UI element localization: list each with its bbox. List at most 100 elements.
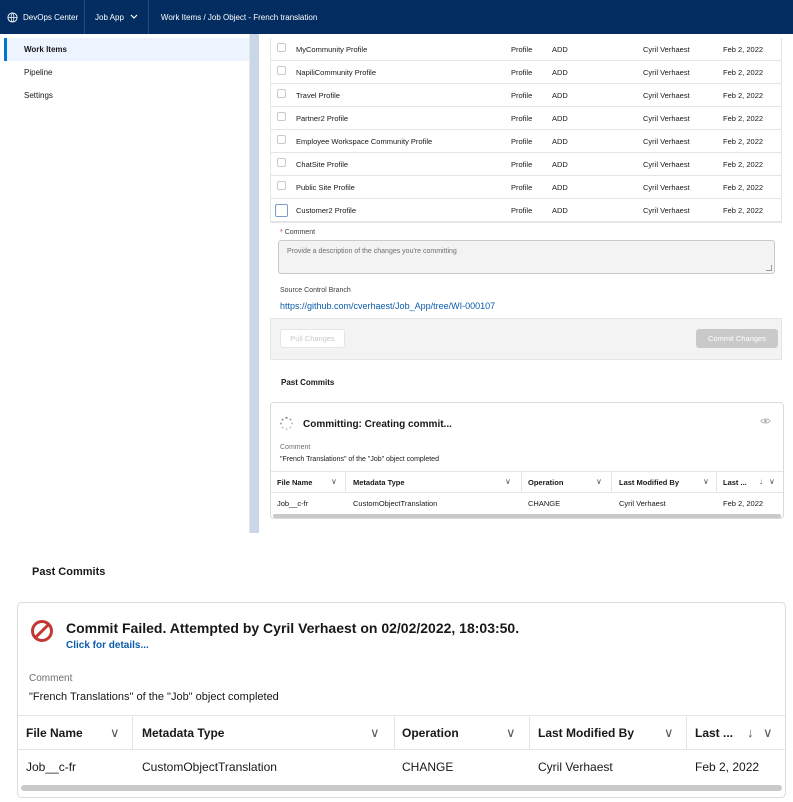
modified-by: Cyril Verhaest — [538, 760, 613, 774]
vertical-scrollbar[interactable] — [250, 34, 259, 533]
eye-icon[interactable] — [760, 417, 771, 425]
global-header: DevOps Center Job App Work Items / Job O… — [0, 0, 793, 34]
commit-status: Committing: Creating commit... — [303, 419, 452, 430]
commit-comment-label: Comment — [29, 673, 73, 684]
pull-changes-button[interactable]: Pull Changes — [280, 329, 345, 348]
row-checkbox[interactable] — [277, 43, 286, 52]
table-row: Public Site Profile Profile ADD Cyril Ve… — [271, 176, 781, 199]
chevron-down-icon[interactable]: ∨ — [110, 725, 120, 741]
modified-date: Feb 2, 2022 — [723, 182, 764, 192]
commit-status: Commit Failed. Attempted by Cyril Verhae… — [66, 620, 520, 636]
breadcrumb: Work Items / Job Object - French transla… — [160, 12, 318, 22]
app-selector[interactable]: Job App — [85, 0, 148, 34]
modified-date: Feb 2, 2022 — [723, 90, 764, 100]
column-file-name[interactable]: File Name — [277, 478, 312, 487]
brand-name: DevOps Center — [23, 12, 79, 22]
column-operation[interactable]: Operation — [402, 726, 459, 740]
horizontal-scrollbar[interactable] — [273, 514, 781, 518]
resize-handle-icon[interactable] — [766, 265, 772, 271]
metadata-type: Profile — [511, 67, 533, 77]
modified-date: Feb 2, 2022 — [695, 760, 760, 774]
column-divider — [529, 716, 530, 750]
modified-by: Cyril Verhaest — [619, 499, 666, 508]
chevron-down-icon[interactable]: ∨ — [596, 477, 602, 486]
row-checkbox[interactable] — [277, 181, 286, 190]
column-divider — [394, 716, 395, 750]
operation: ADD — [552, 136, 568, 146]
column-last-modified-by[interactable]: Last Modified By — [619, 478, 679, 487]
metadata-type: Profile — [511, 182, 533, 192]
column-last-modified[interactable]: Last ... — [723, 478, 747, 487]
row-checkbox[interactable] — [277, 89, 286, 98]
sidebar-item-pipeline[interactable]: Pipeline — [4, 61, 249, 84]
sidebar-item-settings[interactable]: Settings — [4, 84, 249, 107]
column-last-modified[interactable]: Last ... — [695, 726, 733, 740]
operation: ADD — [552, 159, 568, 169]
column-operation[interactable]: Operation — [528, 478, 563, 487]
file-name: Customer2 Profile — [296, 205, 357, 215]
row-checkbox[interactable] — [277, 112, 286, 121]
branch-label: Source Control Branch — [280, 287, 351, 294]
chevron-down-icon[interactable]: ∨ — [763, 725, 773, 741]
column-divider — [686, 716, 687, 750]
modified-by: Cyril Verhaest — [643, 44, 690, 54]
file-name: Job__c-fr — [26, 760, 77, 774]
commit-changes-button[interactable]: Commit Changes — [696, 329, 778, 348]
commit-button-bar: Pull Changes Commit Changes — [270, 318, 782, 360]
column-divider — [132, 716, 133, 750]
chevron-down-icon[interactable]: ∨ — [664, 725, 674, 741]
error-prohibited-icon — [31, 620, 53, 642]
file-name: MyCommunity Profile — [296, 44, 368, 54]
changes-table: MyCommunity Profile Profile ADD Cyril Ve… — [270, 38, 782, 223]
sidebar-item-work-items[interactable]: Work Items — [4, 38, 249, 61]
chevron-down-icon[interactable]: ∨ — [370, 725, 380, 741]
past-commits-heading: Past Commits — [281, 378, 335, 387]
column-metadata-type[interactable]: Metadata Type — [142, 726, 224, 740]
metadata-type: CustomObjectTranslation — [142, 760, 277, 774]
metadata-type: Profile — [511, 44, 533, 54]
comment-label: * Comment — [280, 229, 315, 236]
row-checkbox[interactable] — [277, 158, 286, 167]
table-row: Customer2 Profile Profile ADD Cyril Verh… — [271, 199, 781, 222]
chevron-down-icon[interactable]: ∨ — [505, 477, 511, 486]
chevron-down-icon[interactable]: ∨ — [331, 477, 337, 486]
modified-by: Cyril Verhaest — [643, 159, 690, 169]
comment-textarea[interactable]: Provide a description of the changes you… — [278, 240, 775, 274]
metadata-type: Profile — [511, 159, 533, 169]
column-metadata-type[interactable]: Metadata Type — [353, 478, 405, 487]
sort-arrow-down-icon[interactable]: ↓ — [759, 477, 763, 486]
row-checkbox[interactable] — [277, 66, 286, 75]
sidebar: Work Items Pipeline Settings — [4, 34, 250, 533]
column-divider — [716, 472, 717, 493]
details-link[interactable]: Click for details... — [66, 640, 149, 651]
chevron-down-icon[interactable]: ∨ — [769, 477, 775, 486]
commit-comment-label: Comment — [280, 444, 311, 451]
row-checkbox[interactable] — [277, 135, 286, 144]
horizontal-scrollbar[interactable] — [21, 785, 782, 791]
column-divider — [611, 472, 612, 493]
commit-files-table: File Name ∨ Metadata Type ∨ Operation ∨ … — [271, 471, 783, 513]
modified-date: Feb 2, 2022 — [723, 205, 764, 215]
operation: ADD — [552, 67, 568, 77]
table-row: Partner2 Profile Profile ADD Cyril Verha… — [271, 107, 781, 130]
chevron-down-icon[interactable]: ∨ — [703, 477, 709, 486]
app-launcher[interactable]: DevOps Center — [0, 0, 84, 34]
chevron-down-icon[interactable]: ∨ — [506, 725, 516, 741]
modified-date: Feb 2, 2022 — [723, 136, 764, 146]
operation: ADD — [552, 113, 568, 123]
spinner-icon — [279, 416, 293, 430]
column-divider — [521, 472, 522, 493]
column-last-modified-by[interactable]: Last Modified By — [538, 726, 634, 740]
column-file-name[interactable]: File Name — [26, 726, 83, 740]
operation: ADD — [552, 44, 568, 54]
modified-date: Feb 2, 2022 — [723, 67, 764, 77]
table-row: MyCommunity Profile Profile ADD Cyril Ve… — [271, 38, 781, 61]
row-checkbox[interactable] — [275, 204, 288, 217]
table-row: Job__c-fr CustomObjectTranslation CHANGE… — [271, 492, 783, 513]
commit-comment: "French Translations" of the "Job" objec… — [280, 456, 439, 463]
sort-arrow-down-icon[interactable]: ↓ — [747, 725, 754, 740]
operation: ADD — [552, 205, 568, 215]
branch-link[interactable]: https://github.com/cverhaest/Job_App/tre… — [280, 301, 495, 311]
failed-commit-card: Commit Failed. Attempted by Cyril Verhae… — [17, 602, 786, 798]
devops-logo-icon — [7, 11, 18, 23]
